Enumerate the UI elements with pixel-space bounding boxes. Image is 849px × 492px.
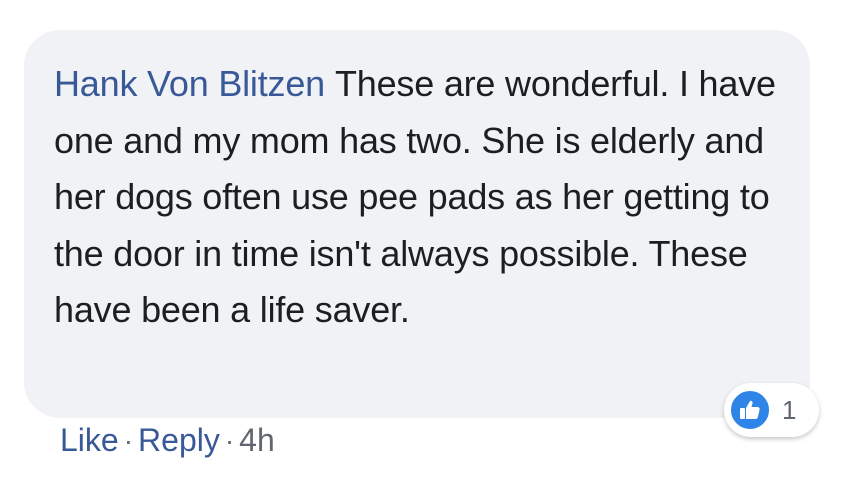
author-name-link[interactable]: Hank Von Blitzen xyxy=(54,63,325,104)
separator-dot: · xyxy=(224,424,235,456)
reply-link[interactable]: Reply xyxy=(138,422,220,459)
comment-body: Hank Von Blitzen These are wonderful. I h… xyxy=(54,56,782,339)
reaction-count: 1 xyxy=(782,394,797,425)
reaction-summary[interactable]: 1 xyxy=(724,383,819,437)
comment-bubble: Hank Von Blitzen These are wonderful. I h… xyxy=(24,30,810,418)
thumbs-up-icon xyxy=(728,388,772,432)
comment-actions: Like · Reply · 4h xyxy=(60,422,275,459)
separator-dot: · xyxy=(123,424,134,456)
like-link[interactable]: Like xyxy=(60,422,119,459)
timestamp-link[interactable]: 4h xyxy=(239,422,275,459)
